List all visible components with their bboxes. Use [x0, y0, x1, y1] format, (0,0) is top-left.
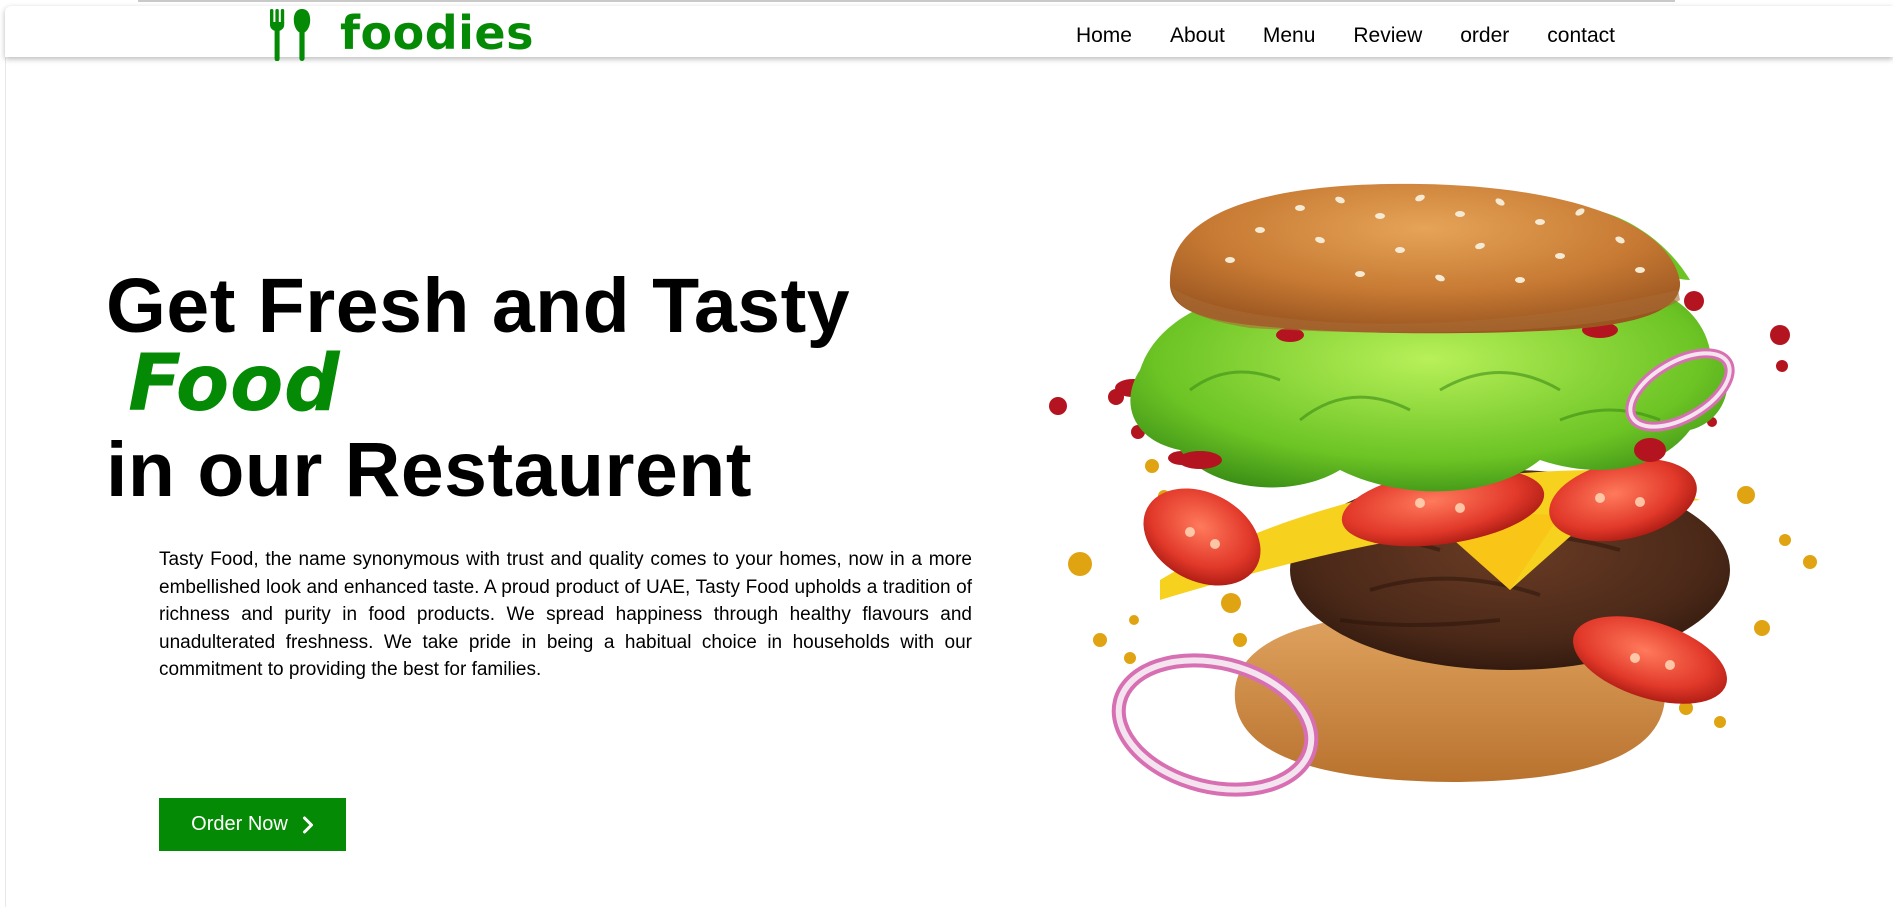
nav-home[interactable]: Home	[1076, 25, 1132, 46]
burger-illustration	[1040, 170, 1830, 830]
hero-title-accent: Food	[128, 339, 341, 430]
hero-description: Tasty Food, the name synonymous with tru…	[159, 549, 972, 680]
hero-title-line1: Get Fresh and Tasty	[106, 263, 851, 349]
logo[interactable]: foodies	[268, 6, 534, 64]
nav-review[interactable]: Review	[1353, 25, 1422, 46]
order-now-label: Order Now	[191, 813, 288, 835]
fork-spoon-icon	[268, 9, 314, 61]
brand-name: foodies	[340, 6, 534, 60]
navbar: foodies Home About Menu Review order con…	[5, 6, 1893, 61]
hero-title-line2: in our Restaurent	[106, 426, 752, 513]
order-now-button[interactable]: Order Now	[159, 798, 346, 851]
nav-order[interactable]: order	[1460, 25, 1509, 46]
nav-about[interactable]: About	[1170, 25, 1225, 46]
main-nav: Home About Menu Review order contact	[1076, 6, 1615, 64]
nav-menu[interactable]: Menu	[1263, 25, 1316, 46]
chevron-right-icon	[302, 816, 314, 834]
nav-contact[interactable]: contact	[1547, 25, 1615, 46]
browser-top-line	[138, 0, 1675, 2]
hero-title: Get Fresh and Tasty Food in our Restaure…	[106, 263, 850, 513]
